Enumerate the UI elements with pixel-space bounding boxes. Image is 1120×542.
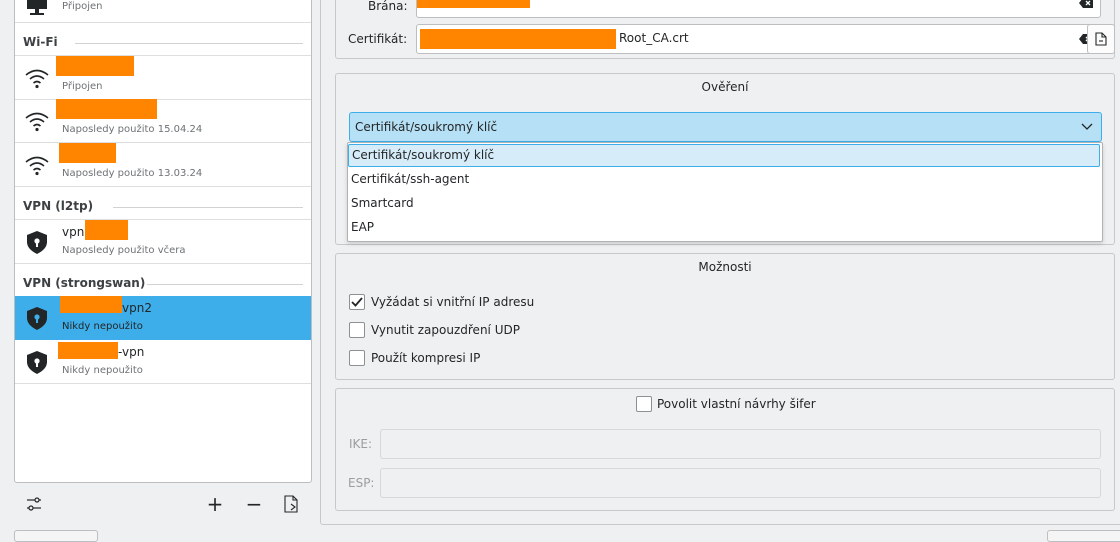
request-ip-label: Vyžádat si vnitřní IP adresu	[371, 295, 535, 309]
connection-status: Nikdy nepoužito	[62, 365, 143, 376]
options-group: Možnosti Vyžádat si vnitřní IP adresu Vy…	[335, 253, 1115, 380]
wifi-icon	[25, 156, 49, 176]
wired-network-icon	[27, 0, 47, 15]
auth-option-eap[interactable]: EAP	[348, 216, 1100, 239]
connection-status: Nikdy nepoužito	[62, 321, 143, 332]
authentication-method-dropdown: Certifikát/soukromý klíč Certifikát/ssh-…	[347, 142, 1103, 242]
force-udp-label: Vynutit zapouzdření UDP	[371, 323, 520, 337]
connection-item-vpn-strongswan[interactable]: -vpn Nikdy nepoužito	[15, 340, 311, 384]
auth-option-smartcard[interactable]: Smartcard	[348, 192, 1100, 215]
certificate-input[interactable]: Root_CA.crt	[416, 24, 1101, 54]
connection-list: Připojen Wi-Fi Připojen Naposledy použit…	[14, 0, 312, 483]
wifi-icon	[25, 69, 49, 89]
gateway-input[interactable]	[416, 0, 1101, 18]
vpn-shield-icon	[27, 231, 47, 254]
clear-icon[interactable]	[1078, 0, 1094, 9]
redacted-name	[58, 342, 118, 359]
connection-item-wired[interactable]: Připojen	[15, 0, 311, 23]
redacted-value	[420, 29, 616, 49]
connection-item-wifi[interactable]: Naposledy použito 15.04.24	[15, 99, 311, 143]
partial-button[interactable]	[1047, 530, 1120, 542]
section-header-strongswan: VPN (strongswan)	[23, 276, 146, 290]
ciphers-group: Povolit vlastní návrhy šifer IKE: ESP:	[335, 388, 1115, 511]
auth-option-certificate-key[interactable]: Certifikát/soukromý klíč	[348, 144, 1100, 167]
options-title: Možnosti	[698, 260, 752, 274]
certificate-label: Certifikát:	[348, 32, 408, 46]
add-connection-button[interactable]: +	[205, 492, 225, 516]
vpn-shield-icon	[27, 307, 47, 330]
ip-compression-checkbox[interactable]	[349, 350, 365, 366]
sliders-icon	[27, 497, 41, 511]
connection-name: vpn2	[122, 301, 152, 315]
connection-status: Připojen	[62, 1, 103, 12]
ip-compression-label: Použít kompresi IP	[371, 351, 481, 365]
partial-button[interactable]	[14, 530, 98, 542]
auth-option-ssh-agent[interactable]: Certifikát/ssh-agent	[348, 168, 1100, 191]
redacted-name	[59, 143, 116, 163]
connection-status: Naposledy použito včera	[62, 245, 186, 256]
gateway-label: Brána:	[368, 0, 408, 13]
connection-name: vpn	[62, 225, 85, 239]
export-icon	[284, 495, 298, 513]
connection-status: Naposledy použito 15.04.24	[62, 124, 203, 135]
open-file-icon	[1095, 32, 1107, 46]
authentication-selected-value: Certifikát/soukromý klíč	[355, 120, 498, 134]
custom-ciphers-checkbox[interactable]	[636, 396, 652, 412]
connection-item-wifi[interactable]: Naposledy použito 13.03.24	[15, 143, 311, 187]
esp-input[interactable]	[380, 468, 1101, 498]
remove-connection-button[interactable]: −	[244, 492, 264, 516]
configure-button[interactable]	[24, 494, 44, 514]
wifi-icon	[25, 112, 49, 132]
section-divider	[113, 207, 303, 208]
authentication-method-select[interactable]: Certifikát/soukromý klíč	[349, 112, 1102, 142]
connection-status: Připojen	[62, 81, 103, 92]
redacted-name	[85, 220, 128, 240]
request-ip-checkbox[interactable]	[349, 294, 365, 310]
section-header-l2tp: VPN (l2tp)	[23, 199, 94, 213]
connection-item-wifi[interactable]: Připojen	[15, 55, 311, 100]
esp-label: ESP:	[348, 476, 375, 490]
connection-item-vpn-strongswan[interactable]: vpn2 Nikdy nepoužito	[15, 296, 311, 340]
connection-name: -vpn	[118, 345, 145, 359]
certificate-value: Root_CA.crt	[619, 31, 689, 45]
browse-certificate-button[interactable]	[1087, 24, 1115, 54]
export-connection-button[interactable]	[281, 494, 301, 514]
redacted-name	[56, 56, 134, 76]
server-group: Brána: Certifikát: Root_CA.crt	[335, 0, 1115, 59]
checkmark-icon	[351, 297, 363, 307]
custom-ciphers-label: Povolit vlastní návrhy šifer	[657, 397, 816, 411]
redacted-name	[60, 296, 122, 313]
redacted-value	[417, 0, 530, 8]
force-udp-checkbox[interactable]	[349, 322, 365, 338]
ike-input[interactable]	[380, 429, 1101, 459]
chevron-down-icon	[1081, 123, 1093, 130]
connection-item-vpn-l2tp[interactable]: vpn Naposledy použito včera	[15, 219, 311, 264]
authentication-title: Ověření	[701, 80, 749, 94]
section-divider	[147, 284, 303, 285]
ike-label: IKE:	[349, 437, 373, 451]
vpn-shield-icon	[27, 351, 47, 374]
connection-status: Naposledy použito 13.03.24	[62, 168, 203, 179]
redacted-name	[56, 99, 157, 119]
vpn-settings-panel: Brána: Certifikát: Root_CA.crt Ověření C…	[320, 0, 1120, 525]
section-header-wifi: Wi-Fi	[23, 35, 58, 49]
section-divider	[75, 43, 303, 44]
